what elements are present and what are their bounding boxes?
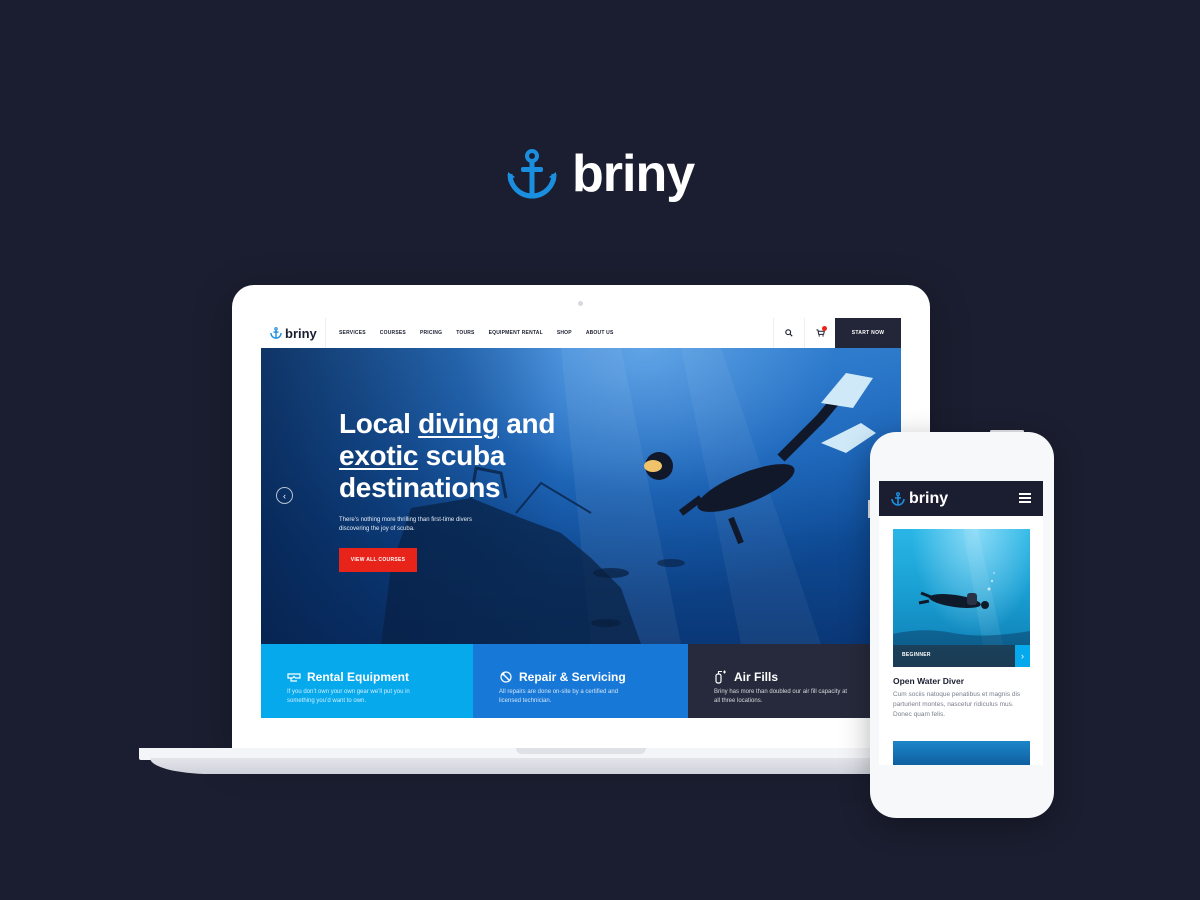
- hero-title-part: scuba: [418, 440, 506, 471]
- nav-link-about-us[interactable]: ABOUT US: [586, 330, 614, 336]
- anchor-icon: [891, 491, 905, 506]
- feature-text: If you don’t own your own gear we’ll put…: [287, 689, 410, 704]
- course-card-image[interactable]: BEGINNER ›: [893, 529, 1030, 667]
- feature-title: Air Fills: [734, 670, 779, 684]
- desktop-nav: briny SERVICES COURSES PRICING TOURS EQU…: [261, 318, 901, 348]
- mobile-screen: briny BEGINNER › Open Water Diver Cum so…: [879, 481, 1043, 765]
- brand-logo: briny: [506, 145, 695, 203]
- cart-count-badge: [822, 326, 827, 331]
- course-card-arrow-button[interactable]: ›: [1015, 645, 1030, 667]
- feature-rental-equipment[interactable]: Rental Equipment If you don’t own your o…: [261, 644, 473, 718]
- hero-title-underlined: diving: [418, 408, 499, 439]
- nav-link-tours[interactable]: TOURS: [456, 330, 474, 336]
- nav-link-equipment-rental[interactable]: EQUIPMENT RENTAL: [489, 330, 543, 336]
- hero-title-underlined: exotic: [339, 440, 419, 471]
- mobile-nav: briny: [879, 481, 1043, 516]
- nav-link-shop[interactable]: SHOP: [557, 330, 572, 336]
- search-icon: [785, 329, 793, 337]
- course-card-bar: BEGINNER ›: [893, 645, 1030, 667]
- air-tank-icon: [715, 670, 726, 684]
- chevron-right-icon: ›: [1021, 651, 1024, 661]
- nav-link-courses[interactable]: COURSES: [380, 330, 406, 336]
- hero-title-part: and: [498, 408, 556, 439]
- slider-prev-button[interactable]: ‹: [276, 487, 293, 504]
- chevron-left-icon: ‹: [283, 490, 286, 501]
- feature-repair-servicing[interactable]: Repair & Servicing All repairs are done …: [473, 644, 688, 718]
- laptop-camera: [578, 301, 583, 306]
- hero-title: Local diving and exotic scuba destinatio…: [339, 408, 599, 504]
- level-badge: BEGINNER: [902, 652, 931, 658]
- desktop-nav-logo-text: briny: [285, 325, 317, 341]
- next-course-card-image[interactable]: [893, 741, 1030, 765]
- feature-text: Briny has more than doubled our air fill…: [714, 689, 848, 704]
- anchor-icon: [270, 327, 282, 339]
- nav-link-services[interactable]: SERVICES: [339, 330, 366, 336]
- nav-link-pricing[interactable]: PRICING: [420, 330, 442, 336]
- course-card-text: Cum sociis natoque penatibus et magnis d…: [893, 691, 1021, 718]
- mobile-nav-logo-text[interactable]: briny: [909, 490, 948, 508]
- course-card-title[interactable]: Open Water Diver: [893, 676, 964, 686]
- features-strip: Rental Equipment If you don’t own your o…: [261, 644, 901, 718]
- anchor-icon: [507, 149, 557, 199]
- search-button[interactable]: [773, 318, 804, 348]
- start-now-button[interactable]: START NOW: [835, 318, 901, 348]
- brand-name: briny: [572, 145, 695, 203]
- wrench-icon: [500, 671, 512, 683]
- desktop-nav-logo[interactable]: briny: [261, 318, 326, 348]
- desktop-screen: briny SERVICES COURSES PRICING TOURS EQU…: [261, 318, 901, 718]
- desktop-nav-links: SERVICES COURSES PRICING TOURS EQUIPMENT…: [326, 330, 628, 336]
- hamburger-menu-icon[interactable]: [1019, 493, 1031, 503]
- laptop-notch: [516, 748, 646, 754]
- hero-title-part: Local: [339, 408, 419, 439]
- feature-title: Repair & Servicing: [519, 670, 626, 684]
- feature-text: All repairs are done on-site by a certif…: [499, 689, 619, 704]
- cart-button[interactable]: [804, 318, 835, 348]
- feature-title: Rental Equipment: [307, 670, 410, 684]
- view-all-courses-button[interactable]: VIEW ALL COURSES: [339, 548, 417, 572]
- hero-slider: ‹ Local diving and exotic scuba destinat…: [261, 348, 901, 644]
- hero-subtitle: There’s nothing more thrilling than firs…: [339, 517, 472, 532]
- hero-title-part: destinations: [339, 472, 501, 503]
- mask-icon: [287, 673, 301, 682]
